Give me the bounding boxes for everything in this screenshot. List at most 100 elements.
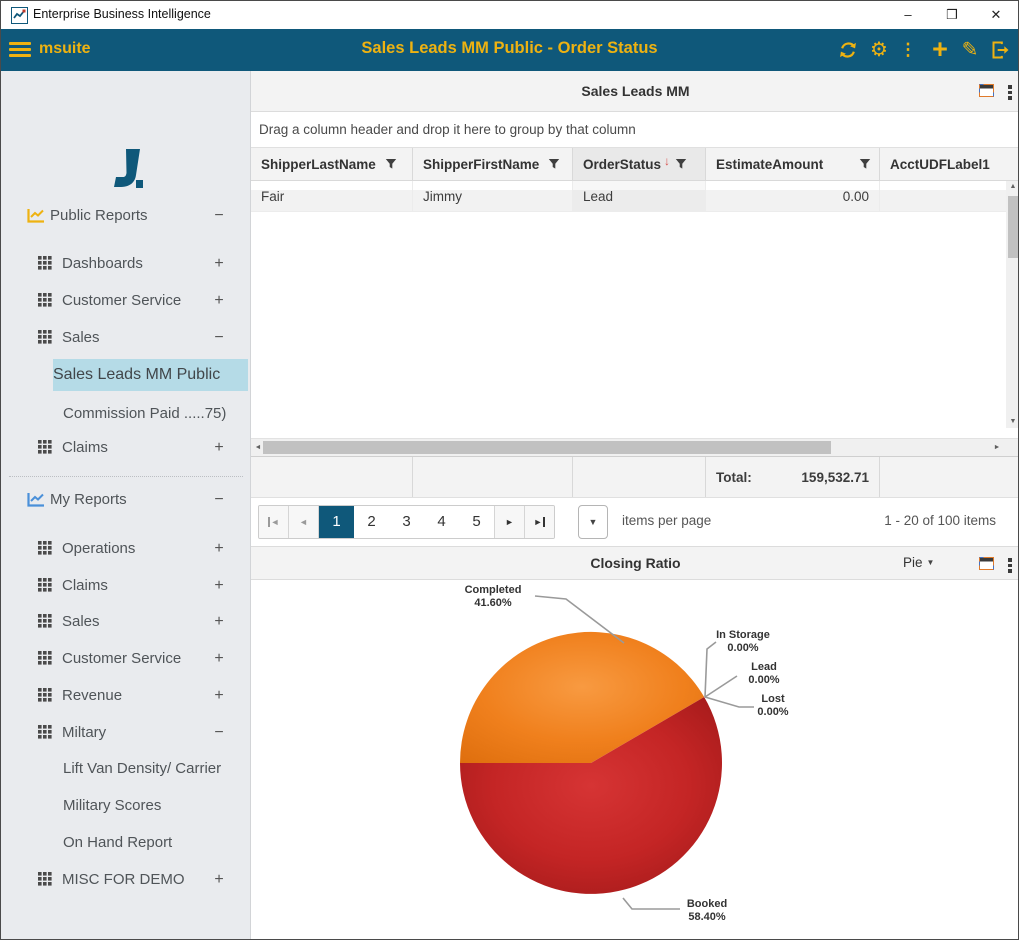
collapse-toggle[interactable]: − bbox=[209, 718, 229, 748]
total-label: Total: bbox=[716, 470, 752, 485]
report-panel: Sales Leads MM Drag a column header and … bbox=[251, 71, 1019, 940]
sidebar-item-misc-for-demo[interactable]: MISC FOR DEMO + bbox=[1, 865, 251, 895]
settings-gear-icon[interactable]: ⚙ bbox=[867, 37, 891, 63]
minimize-button[interactable]: – bbox=[886, 1, 930, 29]
chart-panel-kebab-icon[interactable] bbox=[1006, 556, 1014, 575]
scroll-right-icon[interactable]: ► bbox=[990, 439, 1004, 456]
filter-icon[interactable] bbox=[859, 158, 871, 170]
first-page-button[interactable]: ◄ bbox=[259, 506, 289, 538]
column-header-shipperlastname[interactable]: ShipperLastName bbox=[251, 148, 413, 180]
items-per-page-label: items per page bbox=[622, 513, 711, 528]
group-by-drop-zone[interactable]: Drag a column header and drop it here to… bbox=[251, 112, 1019, 148]
expand-toggle[interactable]: + bbox=[209, 571, 229, 601]
sidebar-item-dashboards[interactable]: Dashboards + bbox=[1, 249, 251, 279]
grid-panel-header: Sales Leads MM bbox=[251, 71, 1019, 112]
filter-icon[interactable] bbox=[675, 158, 687, 170]
page-title: Sales Leads MM Public - Order Status bbox=[1, 39, 1018, 58]
items-per-page-dropdown[interactable]: ▼ bbox=[578, 505, 608, 539]
grid-rows: WelchBrianLost0.00 ClercAlexLost0.00 She… bbox=[251, 181, 1006, 438]
close-button[interactable]: ✕ bbox=[974, 1, 1018, 29]
sidebar-item-commission-paid[interactable]: Commission Paid .....75) bbox=[1, 399, 251, 429]
sidebar-item-sales-my[interactable]: Sales + bbox=[1, 607, 251, 637]
pager-buttons: ◄ ◄ 1 2 3 4 5 ► ► bbox=[258, 505, 555, 539]
sidebar-nav: Public Reports − Dashboards + Customer S… bbox=[1, 71, 251, 940]
more-options-kebab-icon[interactable]: ⋮ bbox=[896, 37, 920, 63]
refresh-icon[interactable] bbox=[836, 37, 860, 63]
sidebar-item-customer-service-my[interactable]: Customer Service + bbox=[1, 644, 251, 674]
grid-icon bbox=[38, 330, 52, 344]
expand-toggle[interactable]: + bbox=[209, 433, 229, 463]
grid-icon bbox=[38, 256, 52, 270]
column-header-orderstatus[interactable]: OrderStatus ↓ bbox=[573, 148, 706, 180]
app-header-bar: msuite Sales Leads MM Public - Order Sta… bbox=[1, 29, 1018, 71]
sidebar-item-sales-leads-mm-public[interactable]: Sales Leads MM Public bbox=[53, 359, 248, 391]
pie-label-lost: Lost0.00% bbox=[757, 693, 788, 719]
sidebar-item-claims[interactable]: Claims + bbox=[1, 433, 251, 463]
expand-toggle[interactable]: + bbox=[209, 534, 229, 564]
grid-panel-kebab-icon[interactable] bbox=[1006, 83, 1014, 102]
chart-type-selector[interactable]: Pie▼ bbox=[903, 555, 934, 570]
grid-icon bbox=[38, 293, 52, 307]
sidebar-item-claims-my[interactable]: Claims + bbox=[1, 571, 251, 601]
pie-label-lead: Lead0.00% bbox=[748, 661, 779, 687]
grid-horizontal-scrollbar[interactable]: ◄ ► bbox=[251, 438, 1019, 456]
sidebar-item-military-scores[interactable]: Military Scores bbox=[1, 791, 251, 821]
sidebar-item-public-reports[interactable]: Public Reports − bbox=[1, 201, 251, 231]
filter-icon[interactable] bbox=[385, 158, 397, 170]
popout-window-icon[interactable] bbox=[979, 84, 994, 97]
grid-panel-title: Sales Leads MM bbox=[251, 83, 1019, 99]
sidebar-item-on-hand-report[interactable]: On Hand Report bbox=[1, 828, 251, 858]
scroll-up-icon[interactable]: ▲ bbox=[1006, 181, 1019, 193]
column-header-acctudflabel1[interactable]: AcctUDFLabel1 bbox=[880, 148, 1019, 180]
sidebar-item-my-reports[interactable]: My Reports − bbox=[1, 485, 251, 515]
sidebar-item-lift-van-density-carrier[interactable]: Lift Van Density/ Carrier bbox=[1, 754, 251, 784]
sidebar-item-miltary[interactable]: Miltary − bbox=[1, 718, 251, 748]
add-icon[interactable]: + bbox=[928, 37, 952, 63]
expand-toggle[interactable]: + bbox=[209, 644, 229, 674]
vscroll-thumb[interactable] bbox=[1008, 196, 1019, 258]
maximize-button[interactable]: ❒ bbox=[930, 1, 974, 29]
app-icon bbox=[11, 7, 28, 24]
collapse-toggle[interactable]: − bbox=[209, 201, 229, 231]
edit-pencil-icon[interactable]: ✎ bbox=[958, 37, 982, 63]
filter-icon[interactable] bbox=[548, 158, 560, 170]
previous-page-button[interactable]: ◄ bbox=[289, 506, 319, 538]
grid-total-row: Total: 159,532.71 bbox=[251, 456, 1019, 498]
sidebar-item-sales[interactable]: Sales − bbox=[1, 323, 251, 353]
grid-icon bbox=[38, 725, 52, 739]
chevron-down-icon: ▼ bbox=[927, 558, 935, 567]
collapse-toggle[interactable]: − bbox=[209, 485, 229, 515]
next-page-button[interactable]: ► bbox=[494, 506, 524, 538]
application-window: Enterprise Business Intelligence – ❒ ✕ m… bbox=[0, 0, 1019, 940]
sidebar-item-customer-service[interactable]: Customer Service + bbox=[1, 286, 251, 316]
table-row-partial bbox=[251, 181, 1006, 190]
logout-icon[interactable] bbox=[989, 37, 1013, 63]
hscroll-thumb[interactable] bbox=[263, 441, 831, 454]
last-page-button[interactable]: ► bbox=[524, 506, 554, 538]
column-header-shipperfirstname[interactable]: ShipperFirstName bbox=[413, 148, 573, 180]
expand-toggle[interactable]: + bbox=[209, 607, 229, 637]
expand-toggle[interactable]: + bbox=[209, 865, 229, 895]
expand-toggle[interactable]: + bbox=[209, 681, 229, 711]
expand-toggle[interactable]: + bbox=[209, 286, 229, 316]
page-button-3[interactable]: 3 bbox=[389, 506, 424, 538]
sidebar-item-revenue[interactable]: Revenue + bbox=[1, 681, 251, 711]
grid-vertical-scrollbar[interactable]: ▲ ▼ bbox=[1006, 181, 1019, 428]
popout-window-icon[interactable] bbox=[979, 557, 994, 570]
pie-label-booked: Booked58.40% bbox=[687, 898, 727, 924]
reports-chart-icon bbox=[27, 208, 45, 223]
grid-icon bbox=[38, 440, 52, 454]
window-title: Enterprise Business Intelligence bbox=[33, 7, 211, 21]
page-button-5[interactable]: 5 bbox=[459, 506, 494, 538]
scroll-down-icon[interactable]: ▼ bbox=[1006, 416, 1019, 428]
page-button-1[interactable]: 1 bbox=[319, 506, 354, 538]
column-header-estimateamount[interactable]: EstimateAmount bbox=[706, 148, 880, 180]
sidebar-item-operations[interactable]: Operations + bbox=[1, 534, 251, 564]
page-button-2[interactable]: 2 bbox=[354, 506, 389, 538]
page-button-4[interactable]: 4 bbox=[424, 506, 459, 538]
reports-chart-icon bbox=[27, 492, 45, 507]
collapse-toggle[interactable]: − bbox=[209, 323, 229, 353]
expand-toggle[interactable]: + bbox=[209, 249, 229, 279]
sort-descending-icon: ↓ bbox=[664, 154, 670, 168]
pie-chart bbox=[251, 580, 1019, 940]
